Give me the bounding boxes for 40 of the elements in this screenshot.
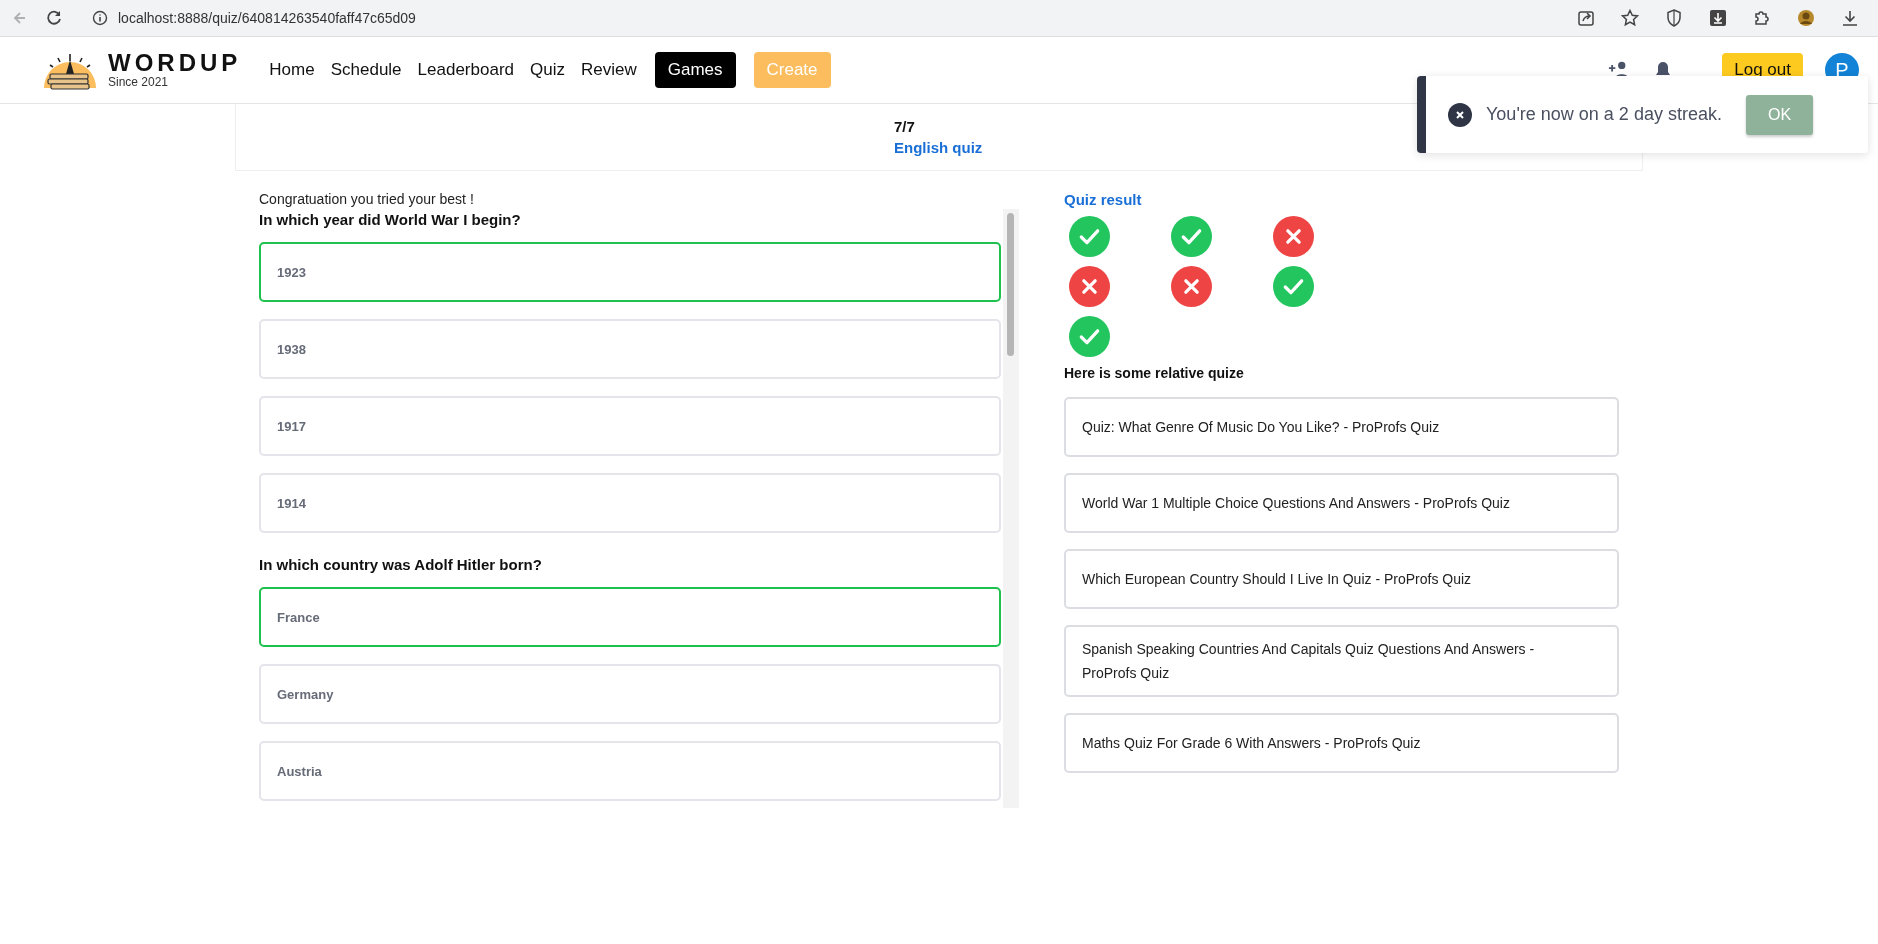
shield-icon[interactable] (1664, 8, 1684, 28)
answer-option[interactable]: 1914 (259, 473, 1001, 533)
logo-name: WORDUP (108, 51, 242, 75)
related-quiz-card[interactable]: Spanish Speaking Countries And Capitals Quiz Questions And Answers - ProProfs Quiz (1064, 625, 1619, 697)
reload-icon[interactable] (44, 8, 64, 28)
games-button[interactable]: Games (654, 52, 736, 88)
related-title: Here is some relative quize (1064, 365, 1245, 381)
nav-link[interactable]: Home (269, 60, 315, 80)
scrollbar[interactable] (1003, 209, 1019, 808)
nav-link[interactable]: Quiz (530, 60, 565, 80)
question-count: 7/7 (894, 118, 916, 135)
answer-option[interactable]: Germany (259, 664, 1001, 724)
download-box-icon[interactable] (1708, 8, 1728, 28)
related-quiz-card[interactable]: World War 1 Multiple Choice Questions And Answers - ProProfs Quiz (1064, 473, 1619, 533)
quiz-title: English quiz (894, 139, 983, 156)
answer-option[interactable]: Austria (259, 741, 1001, 801)
close-icon[interactable] (1448, 102, 1472, 127)
toast-message: You're now on a 2 day streak. (1486, 104, 1722, 125)
related-quiz-card[interactable]: Maths Quiz For Grade 6 With Answers - ProProfs Quiz (1064, 713, 1619, 773)
profile-icon[interactable] (1796, 8, 1816, 28)
related-quiz-card[interactable]: Quiz: What Genre Of Music Do You Like? - ProProfs Quiz (1064, 397, 1619, 457)
answer-option[interactable]: 1917 (259, 396, 1001, 456)
nav-link[interactable]: Review (580, 60, 637, 80)
address-bar[interactable]: localhost:8888/quiz/640814263540faff47c65d09 (118, 10, 416, 26)
result-message: Congratuation you tried your best ! (259, 191, 475, 207)
quiz-result-title: Quiz result (1064, 191, 1143, 208)
logo-tagline: Since 2021 (108, 75, 170, 89)
nav-link[interactable]: Leaderboard (417, 60, 514, 80)
answer-option[interactable]: 1923 (259, 242, 1001, 302)
question-text: In which year did World War I begin? (259, 210, 522, 230)
related-quiz-card[interactable]: Which European Country Should I Live In Quiz - ProProfs Quiz (1064, 549, 1619, 609)
share-icon[interactable] (1576, 8, 1596, 28)
nav-link[interactable]: Schedule (330, 60, 402, 80)
answer-option[interactable]: France (259, 587, 1001, 647)
question-text: In which country was Adolf Hitler born? (259, 555, 543, 575)
puzzle-icon[interactable] (1752, 8, 1772, 28)
answer-option[interactable]: 1938 (259, 319, 1001, 379)
star-icon[interactable] (1620, 8, 1640, 28)
info-icon[interactable] (92, 10, 108, 26)
download-icon[interactable] (1840, 8, 1860, 28)
